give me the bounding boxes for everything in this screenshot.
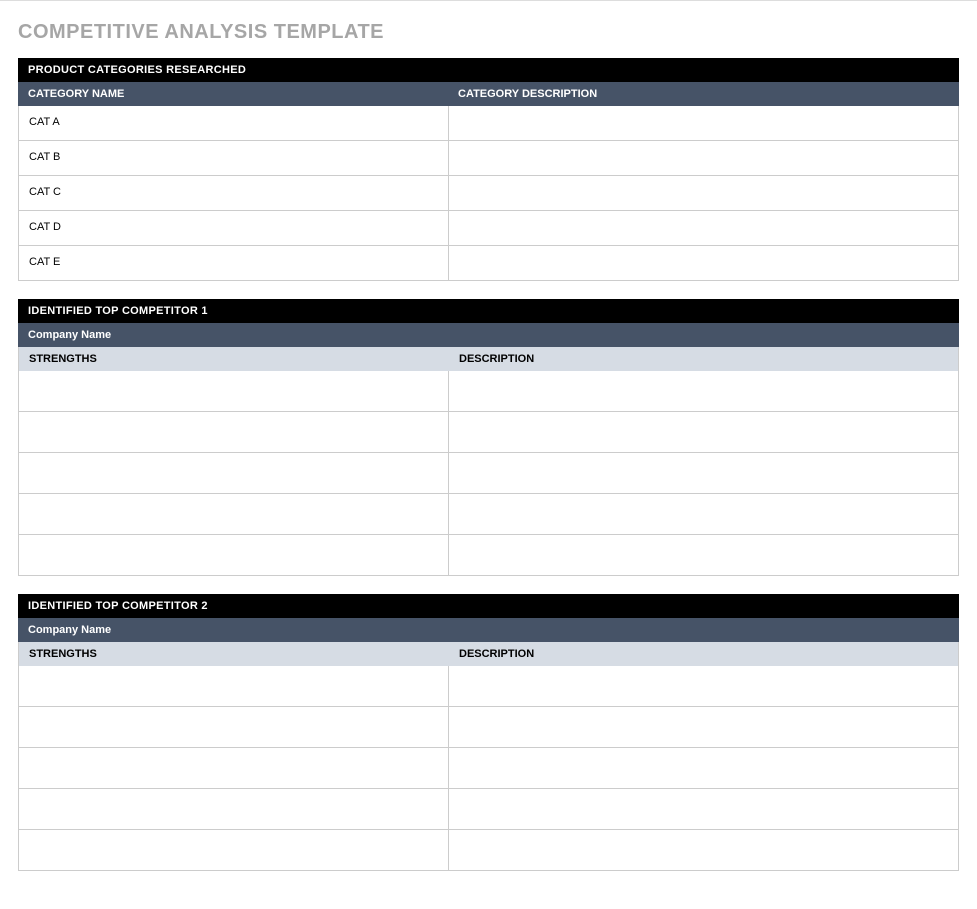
competitor-2-column-header: STRENGTHS DESCRIPTION bbox=[18, 642, 959, 666]
desc-cell[interactable] bbox=[449, 412, 958, 452]
table-row bbox=[18, 494, 959, 535]
category-desc-cell[interactable] bbox=[449, 246, 958, 280]
competitor-1-column-header: STRENGTHS DESCRIPTION bbox=[18, 347, 959, 371]
strength-cell[interactable] bbox=[19, 453, 449, 493]
desc-cell[interactable] bbox=[449, 494, 958, 534]
category-name-cell[interactable]: CAT A bbox=[19, 106, 449, 140]
table-row bbox=[18, 748, 959, 789]
company-name-row: Company Name bbox=[18, 618, 959, 642]
desc-cell[interactable] bbox=[449, 789, 958, 829]
category-name-cell[interactable]: CAT E bbox=[19, 246, 449, 280]
strength-cell[interactable] bbox=[19, 535, 449, 575]
desc-cell[interactable] bbox=[449, 830, 958, 870]
table-row: CAT E bbox=[18, 246, 959, 281]
table-row bbox=[18, 707, 959, 748]
table-row: CAT B bbox=[18, 141, 959, 176]
col-header-desc: CATEGORY DESCRIPTION bbox=[448, 82, 959, 106]
strength-cell[interactable] bbox=[19, 412, 449, 452]
desc-cell[interactable] bbox=[449, 535, 958, 575]
strength-cell[interactable] bbox=[19, 748, 449, 788]
desc-cell[interactable] bbox=[449, 371, 958, 411]
category-desc-cell[interactable] bbox=[449, 211, 958, 245]
table-row bbox=[18, 535, 959, 576]
category-name-cell[interactable]: CAT C bbox=[19, 176, 449, 210]
categories-section: PRODUCT CATEGORIES RESEARCHED CATEGORY N… bbox=[18, 58, 959, 281]
company-name-label: Company Name bbox=[18, 323, 121, 347]
competitor-1-section: IDENTIFIED TOP COMPETITOR 1 Company Name… bbox=[18, 299, 959, 576]
category-desc-cell[interactable] bbox=[449, 106, 958, 140]
table-row bbox=[18, 453, 959, 494]
competitor-1-header: IDENTIFIED TOP COMPETITOR 1 bbox=[18, 299, 959, 323]
table-row bbox=[18, 666, 959, 707]
strength-cell[interactable] bbox=[19, 666, 449, 706]
table-row: CAT D bbox=[18, 211, 959, 246]
strength-cell[interactable] bbox=[19, 494, 449, 534]
strength-cell[interactable] bbox=[19, 830, 449, 870]
competitor-2-header: IDENTIFIED TOP COMPETITOR 2 bbox=[18, 594, 959, 618]
document-container: COMPETITIVE ANALYSIS TEMPLATE PRODUCT CA… bbox=[0, 1, 977, 909]
table-row: CAT C bbox=[18, 176, 959, 211]
col-header-name: CATEGORY NAME bbox=[18, 82, 448, 106]
competitor-2-section: IDENTIFIED TOP COMPETITOR 2 Company Name… bbox=[18, 594, 959, 871]
col-header-strengths: STRENGTHS bbox=[19, 642, 449, 666]
table-row bbox=[18, 789, 959, 830]
company-name-row: Company Name bbox=[18, 323, 959, 347]
col-header-strengths: STRENGTHS bbox=[19, 347, 449, 371]
categories-column-header: CATEGORY NAME CATEGORY DESCRIPTION bbox=[18, 82, 959, 106]
col-header-desc: DESCRIPTION bbox=[449, 347, 958, 371]
desc-cell[interactable] bbox=[449, 707, 958, 747]
page-title: COMPETITIVE ANALYSIS TEMPLATE bbox=[18, 21, 959, 44]
strength-cell[interactable] bbox=[19, 707, 449, 747]
table-row: CAT A bbox=[18, 106, 959, 141]
category-name-cell[interactable]: CAT D bbox=[19, 211, 449, 245]
strength-cell[interactable] bbox=[19, 789, 449, 829]
table-row bbox=[18, 412, 959, 453]
category-desc-cell[interactable] bbox=[449, 176, 958, 210]
col-header-desc: DESCRIPTION bbox=[449, 642, 958, 666]
category-name-cell[interactable]: CAT B bbox=[19, 141, 449, 175]
desc-cell[interactable] bbox=[449, 666, 958, 706]
categories-header: PRODUCT CATEGORIES RESEARCHED bbox=[18, 58, 959, 82]
table-row bbox=[18, 371, 959, 412]
desc-cell[interactable] bbox=[449, 748, 958, 788]
desc-cell[interactable] bbox=[449, 453, 958, 493]
strength-cell[interactable] bbox=[19, 371, 449, 411]
company-name-label: Company Name bbox=[18, 618, 121, 642]
category-desc-cell[interactable] bbox=[449, 141, 958, 175]
table-row bbox=[18, 830, 959, 871]
